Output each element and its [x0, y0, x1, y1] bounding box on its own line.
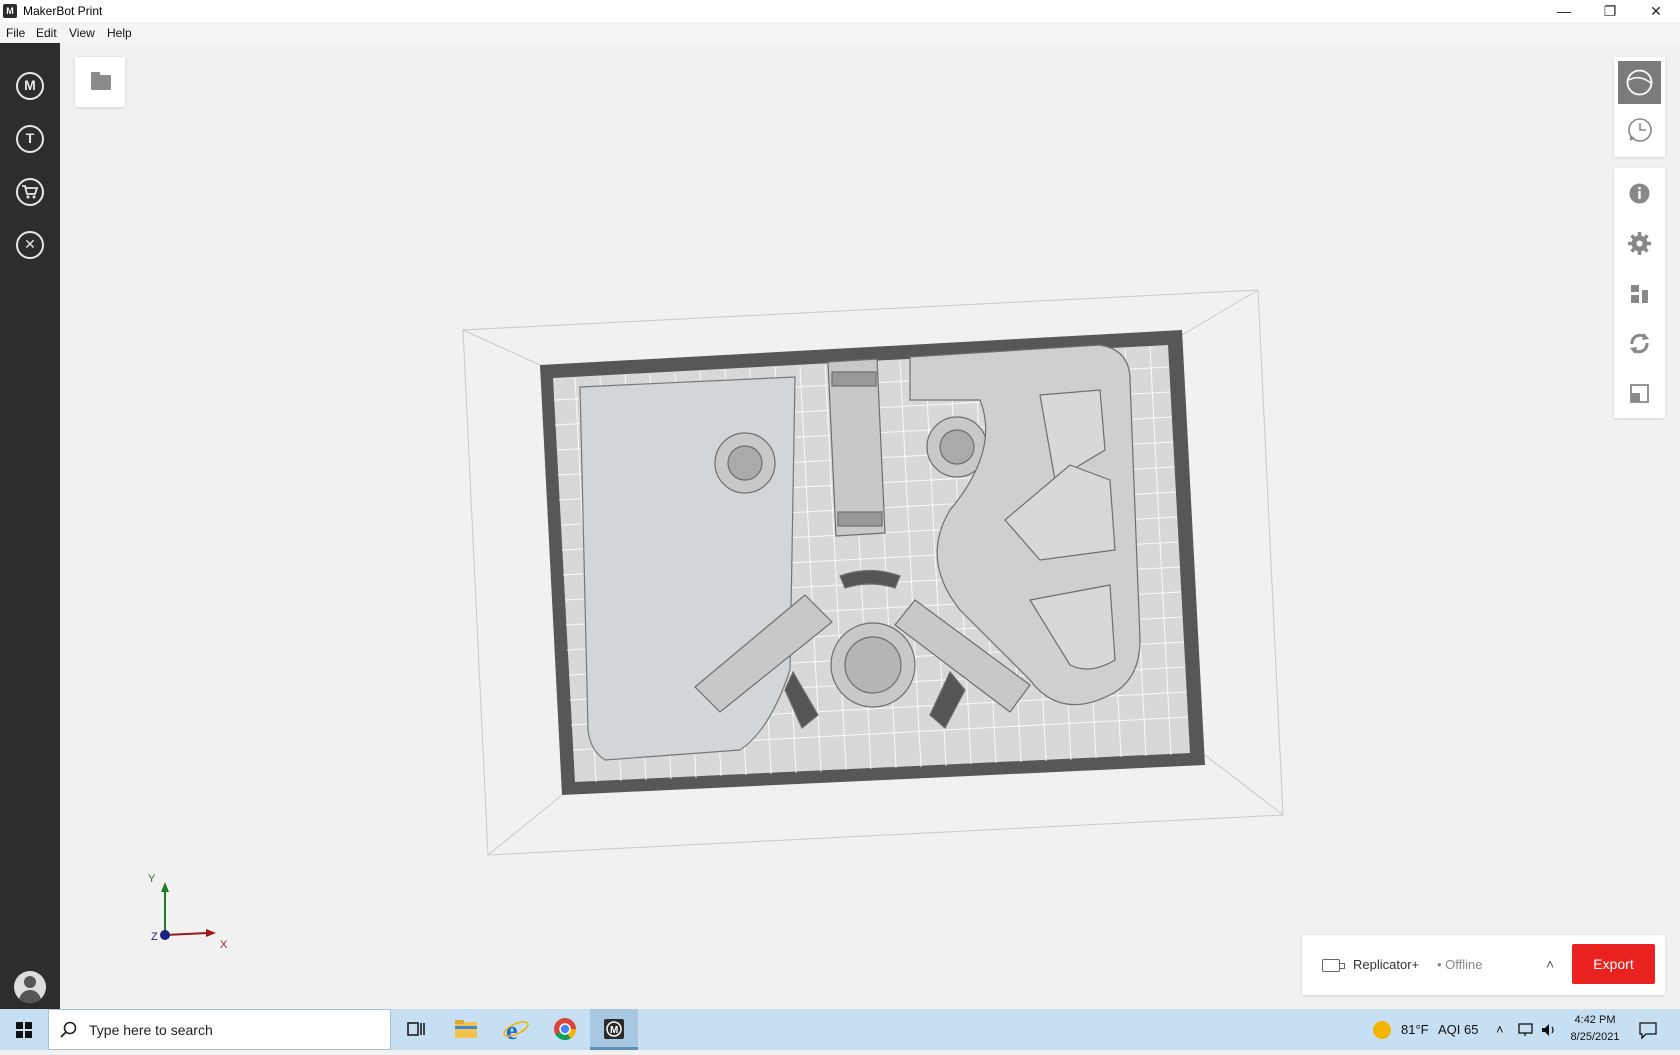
chrome-icon [554, 1018, 576, 1040]
axis-indicator: Y X Z [148, 873, 228, 950]
taskbar-search-box[interactable]: Type here to search [48, 1009, 391, 1050]
makerbot-home-icon[interactable]: M [16, 72, 44, 100]
weather-sun-icon [1373, 1021, 1391, 1039]
menu-view[interactable]: View [69, 26, 95, 40]
left-sidebar: M T ✕ [0, 43, 60, 1009]
z-axis-label: Z [151, 931, 158, 943]
project-folder-button[interactable] [75, 57, 125, 107]
sphere-view-icon [1626, 69, 1653, 96]
title-bar: M MakerBot Print — ❐ ✕ [0, 0, 1680, 22]
scale-icon [1630, 384, 1649, 403]
prepare-view-button[interactable] [1618, 61, 1661, 104]
chevron-up-icon[interactable]: ˄ [1546, 956, 1554, 972]
gear-icon [1628, 232, 1651, 255]
export-button[interactable]: Export [1572, 944, 1655, 984]
rotate-button[interactable] [1618, 322, 1661, 365]
preview-clock-icon [1628, 118, 1652, 142]
menu-file[interactable]: File [6, 26, 25, 40]
air-quality-index[interactable]: AQI 65 [1438, 1022, 1478, 1037]
chrome-button[interactable] [541, 1009, 589, 1050]
clock-date: 8/25/2021 [1570, 1031, 1620, 1043]
notifications-icon[interactable] [1638, 1020, 1658, 1040]
menu-help[interactable]: Help [107, 26, 132, 40]
window-title: MakerBot Print [23, 4, 103, 18]
start-button[interactable] [0, 1009, 48, 1050]
menu-bar: File Edit View Help [0, 22, 1680, 43]
minimize-button[interactable]: — [1541, 0, 1587, 22]
cart-icon [22, 185, 39, 199]
scale-button[interactable] [1618, 372, 1661, 415]
printer-name: Replicator+ [1353, 957, 1420, 972]
preview-view-button[interactable] [1618, 109, 1661, 152]
restore-button[interactable]: ❐ [1587, 0, 1633, 22]
network-icon[interactable] [1517, 1022, 1535, 1038]
tools-panel [1614, 168, 1665, 418]
clock-time: 4:42 PM [1574, 1014, 1616, 1026]
printer-connection-icon [1322, 959, 1345, 972]
tools-icon[interactable]: ✕ [16, 231, 44, 259]
thingiverse-icon[interactable]: T [16, 125, 44, 153]
view-mode-panel [1614, 57, 1665, 157]
build-plate-viewport[interactable] [440, 280, 1290, 870]
arrange-icon [1631, 285, 1648, 303]
model-left-plate[interactable] [579, 376, 796, 761]
rotate-icon [1630, 333, 1649, 354]
settings-button[interactable] [1618, 222, 1661, 265]
task-view-icon [407, 1022, 425, 1036]
volume-icon[interactable] [1540, 1022, 1558, 1038]
store-cart-icon[interactable] [16, 178, 44, 206]
svg-text:M: M [610, 1025, 618, 1036]
arrange-button[interactable] [1618, 272, 1661, 315]
printer-status: • Offline [1437, 957, 1483, 972]
weather-temperature[interactable]: 81°F [1401, 1022, 1429, 1037]
search-placeholder: Type here to search [89, 1022, 213, 1038]
internet-explorer-icon: e [503, 1016, 529, 1045]
taskbar-clock[interactable]: 4:42 PM 8/25/2021 [1563, 1012, 1627, 1046]
folder-icon [91, 72, 111, 90]
task-view-button[interactable] [392, 1009, 440, 1050]
user-avatar-icon[interactable] [14, 971, 46, 1003]
x-axis-label: X [220, 939, 228, 950]
file-explorer-icon [455, 1020, 477, 1038]
windows-logo-icon [16, 1022, 32, 1038]
internet-explorer-button[interactable]: e [492, 1009, 540, 1050]
taskbar: Type here to search e M 81°F AQI 65 ˄ 4:… [0, 1009, 1680, 1050]
makerbot-icon: M [604, 1019, 624, 1039]
menu-edit[interactable]: Edit [36, 26, 57, 40]
info-icon [1629, 183, 1650, 204]
tray-chevron-up-icon[interactable]: ˄ [1496, 1022, 1504, 1037]
info-button[interactable] [1618, 172, 1661, 215]
makerbot-logo-icon: M [3, 4, 17, 18]
makerbot-taskbar-button[interactable]: M [590, 1009, 638, 1050]
close-button[interactable]: ✕ [1633, 0, 1679, 22]
file-explorer-button[interactable] [442, 1009, 490, 1050]
y-axis-label: Y [148, 873, 156, 885]
search-icon [60, 1021, 77, 1038]
svg-text:e: e [506, 1016, 518, 1045]
